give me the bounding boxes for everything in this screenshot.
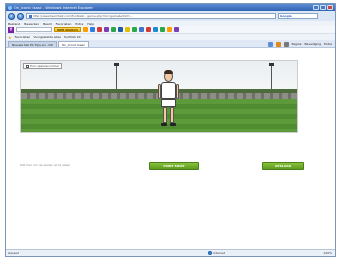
safety-menu[interactable]: Beveiliging: [305, 42, 322, 46]
print-icon[interactable]: [283, 41, 289, 47]
player-leg: [163, 107, 167, 123]
toolbar-icon-8[interactable]: [131, 27, 137, 32]
command-bar: Pagina Beveiliging Extra: [267, 41, 332, 47]
page-menu[interactable]: Pagina: [292, 42, 302, 46]
toolbar-icon-9[interactable]: [138, 27, 144, 32]
address-bar[interactable]: http://www.teamtalk.com/football/...game…: [26, 13, 276, 19]
tab-bar: Nieuwe tab PC Tips en - DK On_Iconic Isa…: [6, 40, 335, 48]
favorites-item[interactable]: Voorgestelde sites: [33, 35, 61, 39]
favorites-star-icon[interactable]: ★: [8, 35, 12, 40]
player-shorts: [161, 99, 176, 107]
kit-designer-stage[interactable]: Toon spelersnummer: [20, 60, 298, 133]
save-button[interactable]: OPSLAAN: [262, 162, 304, 170]
player-arm: [176, 84, 179, 99]
menu-help[interactable]: Help: [87, 22, 94, 26]
page-content: Toon spelersnummer Klik hier om de spele…: [6, 48, 335, 251]
search-toolbar: Y WEB SEARCH: [6, 26, 335, 34]
toolbar-brand-icon[interactable]: Y: [8, 26, 14, 33]
toolbar-icon-5[interactable]: [110, 27, 116, 32]
page-favicon-icon: [29, 14, 32, 18]
window-title: On_Iconic Isaac - Windows Internet Explo…: [14, 5, 93, 10]
title-bar: On_Iconic Isaac - Windows Internet Explo…: [6, 4, 335, 11]
toolbar-icon-14[interactable]: [173, 27, 179, 32]
forward-arrow-icon[interactable]: ›: [17, 12, 24, 20]
globe-icon: [208, 251, 212, 255]
menu-file[interactable]: Bestand: [8, 22, 20, 26]
hint-text: Klik hier om de speler op te slaan: [20, 163, 71, 167]
toolbar-icon-12[interactable]: [159, 27, 165, 32]
toolbar-icon-4[interactable]: [103, 27, 109, 32]
menu-favorites[interactable]: Favorieten: [56, 22, 72, 26]
maximize-button[interactable]: [320, 5, 326, 10]
zone-label: Internet: [213, 251, 225, 255]
menu-edit[interactable]: Bewerken: [24, 22, 39, 26]
toolbar-icon-6[interactable]: [117, 27, 123, 32]
minimize-button[interactable]: [313, 5, 319, 10]
checkbox-text: Toon spelersnummer: [30, 64, 60, 68]
back-arrow-icon[interactable]: ‹: [8, 12, 15, 20]
address-row: ‹ › http://www.teamtalk.com/football/...…: [6, 11, 335, 21]
player-leg: [170, 107, 174, 123]
search-engine-label: Google: [280, 14, 292, 18]
browser-window: On_Iconic Isaac - Windows Internet Explo…: [5, 3, 336, 257]
search-box[interactable]: Google: [278, 13, 318, 19]
menu-view[interactable]: Beeld: [43, 22, 52, 26]
home-icon[interactable]: [267, 41, 273, 47]
player-boot: [161, 123, 167, 126]
show-number-checkbox[interactable]: Toon spelersnummer: [23, 63, 63, 69]
tab-item-active[interactable]: On_Iconic Isaac: [57, 41, 90, 47]
toolbar-icon-11[interactable]: [152, 27, 158, 32]
player-figure: [158, 69, 179, 131]
security-zone[interactable]: Internet: [208, 251, 225, 255]
player-boot: [170, 123, 176, 126]
player-hair: [164, 70, 173, 74]
tab-item[interactable]: Nieuwe tab PC Tips en - DK: [8, 41, 57, 47]
toolbar-icon-3[interactable]: [96, 27, 102, 32]
status-bar: Gereed Internet 100%: [6, 249, 335, 256]
window-controls: [313, 5, 333, 10]
close-button[interactable]: [327, 5, 333, 10]
toolbar-icon-13[interactable]: [166, 27, 172, 32]
status-text: Gereed: [8, 251, 19, 255]
web-search-button[interactable]: WEB SEARCH: [54, 27, 81, 32]
favorites-item[interactable]: Scottish kit: [64, 35, 81, 39]
toolbar-icon-2[interactable]: [89, 27, 95, 32]
player-shirt: [161, 82, 176, 99]
checkbox-box[interactable]: [26, 64, 29, 68]
feeds-icon[interactable]: [275, 41, 281, 47]
toolbar-icon-7[interactable]: [124, 27, 130, 32]
print-shirt-button[interactable]: PRINT SHIRT: [149, 162, 199, 170]
favorites-label[interactable]: Favorieten: [15, 35, 31, 39]
address-url: http://www.teamtalk.com/football/...game…: [33, 14, 133, 18]
zoom-level[interactable]: 100%: [323, 251, 332, 255]
menu-tools[interactable]: Extra: [75, 22, 83, 26]
toolbar-search-input[interactable]: [16, 27, 52, 32]
toolbar-icon-1[interactable]: [82, 27, 88, 32]
toolbar-icon-10[interactable]: [145, 27, 151, 32]
ie-logo-icon: [8, 5, 12, 10]
tools-menu[interactable]: Extra: [324, 42, 332, 46]
